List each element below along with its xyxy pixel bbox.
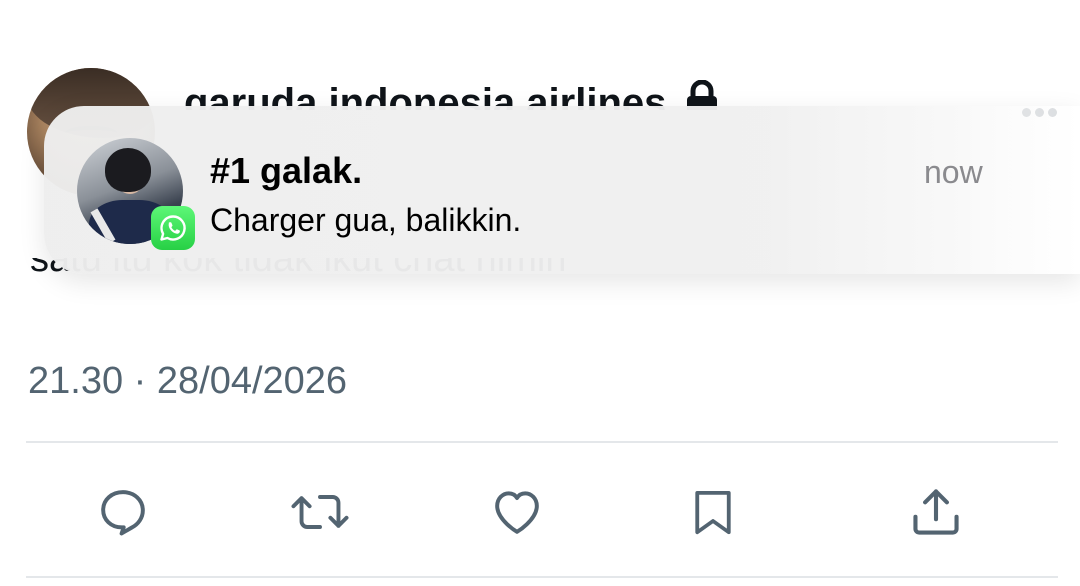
whatsapp-icon	[151, 206, 195, 250]
like-button[interactable]	[487, 482, 547, 542]
notification-banner[interactable]: #1 galak. now Charger gua, balikkin.	[44, 106, 1080, 274]
reply-button[interactable]	[93, 482, 153, 542]
bookmark-button[interactable]	[683, 482, 743, 542]
divider	[26, 576, 1058, 578]
divider	[26, 441, 1058, 443]
share-button[interactable]	[906, 482, 966, 542]
retweet-icon	[291, 495, 349, 529]
reply-icon	[101, 490, 145, 536]
share-icon	[913, 489, 959, 535]
tweet-timestamp[interactable]: 21.30 · 28/04/2026	[28, 360, 347, 403]
notification-message: Charger gua, balikkin.	[210, 202, 522, 238]
notification-time: now	[924, 154, 983, 190]
notification-sender: #1 galak.	[210, 150, 363, 191]
retweet-button[interactable]	[290, 482, 350, 542]
heart-icon	[495, 491, 539, 534]
bookmark-icon	[695, 490, 731, 535]
